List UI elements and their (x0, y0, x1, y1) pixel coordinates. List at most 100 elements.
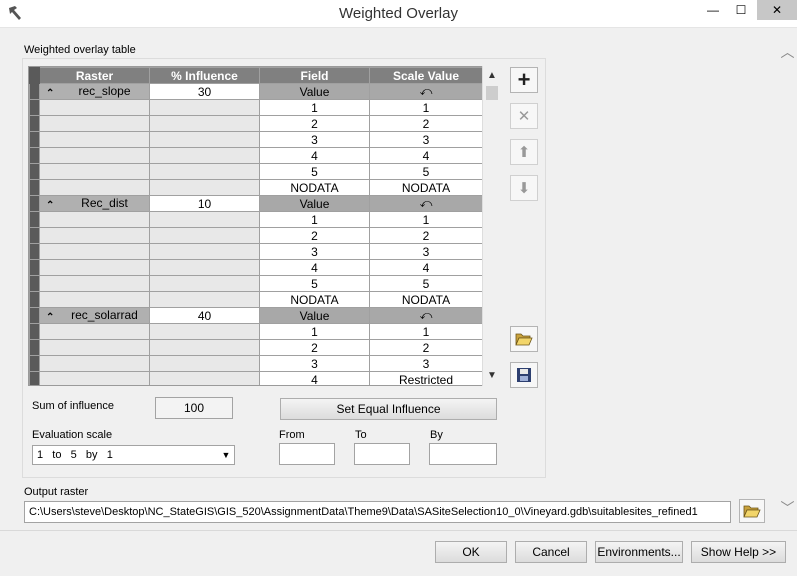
scale-value-cell[interactable]: 3 (369, 131, 483, 148)
row-selector[interactable] (29, 99, 40, 116)
table-row[interactable]: 11 (29, 99, 483, 116)
collapse-icon[interactable]: ⌃ (46, 312, 58, 323)
scale-value-cell[interactable]: Restricted (369, 371, 483, 385)
collapse-icon[interactable]: ⌃ (46, 200, 58, 211)
column-header-raster[interactable]: Raster (39, 67, 150, 84)
row-selector[interactable] (29, 243, 40, 260)
move-down-button[interactable]: ⬇ (510, 175, 538, 201)
table-row[interactable]: 55 (29, 163, 483, 180)
scale-value-cell[interactable]: 1 (369, 99, 483, 116)
table-row[interactable]: 33 (29, 131, 483, 148)
row-selector[interactable] (29, 259, 40, 276)
remove-raster-button[interactable]: ✕ (510, 103, 538, 129)
table-row[interactable]: 22 (29, 339, 483, 356)
scale-value-cell[interactable]: 5 (369, 163, 483, 180)
cancel-button[interactable]: Cancel (515, 541, 587, 563)
evaluation-scale-dropdown[interactable]: 1 to 5 by 1 ▼ (32, 445, 235, 465)
scale-value-cell[interactable]: 2 (369, 227, 483, 244)
empty-cell (39, 115, 150, 132)
row-selector[interactable] (29, 275, 40, 292)
scale-value-cell[interactable]: NODATA (369, 291, 483, 308)
scale-header-cell[interactable]: ⤺ (369, 83, 483, 100)
row-selector[interactable] (29, 291, 40, 308)
environments-button[interactable]: Environments... (595, 541, 683, 563)
raster-row[interactable]: ⌃ rec_solarrad 40 Value ⤺ (29, 307, 483, 324)
scale-value-cell[interactable]: 4 (369, 259, 483, 276)
row-selector[interactable] (29, 323, 40, 340)
raster-name-cell[interactable]: ⌃ Rec_dist (39, 195, 150, 212)
scale-value-cell[interactable]: 2 (369, 339, 483, 356)
output-raster-input[interactable]: C:\Users\steve\Desktop\NC_StateGIS\GIS_5… (24, 501, 731, 523)
scale-value-cell[interactable]: 1 (369, 323, 483, 340)
from-input[interactable] (279, 443, 335, 465)
save-button[interactable] (510, 362, 538, 388)
row-selector[interactable] (29, 227, 40, 244)
table-row[interactable]: 22 (29, 115, 483, 132)
row-selector[interactable] (29, 339, 40, 356)
field-value-cell: 4 (259, 147, 370, 164)
row-selector[interactable] (29, 371, 40, 385)
raster-row[interactable]: ⌃ Rec_dist 10 Value ⤺ (29, 195, 483, 212)
row-selector[interactable] (29, 163, 40, 180)
column-header-influence[interactable]: % Influence (149, 67, 260, 84)
influence-cell[interactable]: 40 (149, 307, 260, 324)
row-selector[interactable] (29, 355, 40, 372)
ok-button[interactable]: OK (435, 541, 507, 563)
row-selector[interactable] (29, 83, 40, 100)
scroll-up-icon[interactable]: ▲ (483, 68, 501, 84)
table-row[interactable]: 11 (29, 323, 483, 340)
dialog-scrollbar[interactable]: ︿ ﹀ (778, 30, 797, 520)
row-selector[interactable] (29, 195, 40, 212)
table-row[interactable]: 44 (29, 147, 483, 164)
table-row[interactable]: 55 (29, 275, 483, 292)
set-equal-influence-button[interactable]: Set Equal Influence (280, 398, 497, 420)
minimize-button[interactable]: — (700, 0, 726, 20)
weighted-overlay-table[interactable]: Raster % Influence Field Scale Value ⌃ re… (28, 66, 500, 386)
scale-header-cell[interactable]: ⤺ (369, 307, 483, 324)
influence-cell[interactable]: 10 (149, 195, 260, 212)
scale-value-cell[interactable]: 4 (369, 147, 483, 164)
table-scrollbar[interactable]: ▲ ▼ (482, 66, 500, 386)
show-help-button[interactable]: Show Help >> (691, 541, 786, 563)
table-row[interactable]: 44 (29, 259, 483, 276)
raster-row[interactable]: ⌃ rec_slope 30 Value ⤺ (29, 83, 483, 100)
row-selector[interactable] (29, 307, 40, 324)
scale-value-cell[interactable]: 3 (369, 355, 483, 372)
scale-value-cell[interactable]: NODATA (369, 179, 483, 196)
browse-output-button[interactable] (739, 499, 765, 523)
maximize-button[interactable]: ☐ (728, 0, 754, 20)
table-row[interactable]: 33 (29, 243, 483, 260)
scale-value-cell[interactable]: 3 (369, 243, 483, 260)
add-raster-button[interactable]: + (510, 67, 538, 93)
chevron-down-icon[interactable]: ﹀ (778, 498, 797, 518)
row-selector[interactable] (29, 179, 40, 196)
row-selector[interactable] (29, 131, 40, 148)
row-selector[interactable] (29, 115, 40, 132)
raster-name-cell[interactable]: ⌃ rec_slope (39, 83, 150, 100)
scroll-down-icon[interactable]: ▼ (483, 368, 501, 384)
table-row[interactable]: NODATA NODATA (29, 179, 483, 196)
column-header-field[interactable]: Field (259, 67, 370, 84)
close-button[interactable]: ✕ (757, 0, 797, 20)
table-row[interactable]: 33 (29, 355, 483, 372)
chevron-up-icon[interactable]: ︿ (778, 42, 797, 62)
raster-name-cell[interactable]: ⌃ rec_solarrad (39, 307, 150, 324)
scale-value-cell[interactable]: 1 (369, 211, 483, 228)
to-input[interactable] (354, 443, 410, 465)
move-up-button[interactable]: ⬆ (510, 139, 538, 165)
by-input[interactable] (429, 443, 497, 465)
row-selector[interactable] (29, 211, 40, 228)
table-row[interactable]: NODATA NODATA (29, 291, 483, 308)
scale-header-cell[interactable]: ⤺ (369, 195, 483, 212)
scroll-thumb[interactable] (486, 86, 498, 100)
table-row[interactable]: 11 (29, 211, 483, 228)
influence-cell[interactable]: 30 (149, 83, 260, 100)
column-header-scale-value[interactable]: Scale Value (369, 67, 483, 84)
collapse-icon[interactable]: ⌃ (46, 88, 58, 99)
row-selector[interactable] (29, 147, 40, 164)
open-file-button[interactable] (510, 326, 538, 352)
table-row[interactable]: 4 Restricted (29, 371, 483, 385)
scale-value-cell[interactable]: 5 (369, 275, 483, 292)
table-row[interactable]: 22 (29, 227, 483, 244)
scale-value-cell[interactable]: 2 (369, 115, 483, 132)
